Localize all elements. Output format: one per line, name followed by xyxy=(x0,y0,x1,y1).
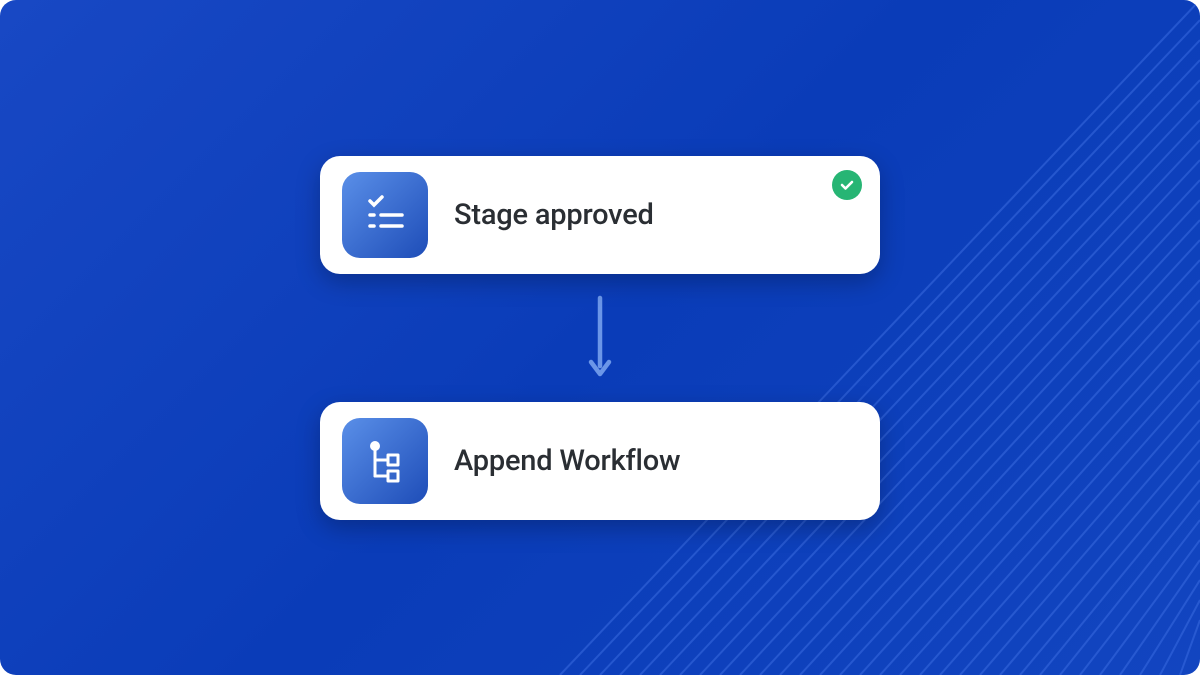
workflow-flow: Stage approved xyxy=(320,156,880,520)
check-icon xyxy=(838,176,856,194)
success-badge xyxy=(832,170,862,200)
checklist-icon xyxy=(342,172,428,258)
workflow-tree-icon xyxy=(342,418,428,504)
flow-arrow xyxy=(585,294,615,380)
diagram-canvas: Stage approved xyxy=(0,0,1200,675)
card-label: Append Workflow xyxy=(454,444,680,478)
card-label: Stage approved xyxy=(454,198,654,232)
arrow-down-icon xyxy=(585,294,615,380)
workflow-card-stage-approved[interactable]: Stage approved xyxy=(320,156,880,274)
workflow-card-append-workflow[interactable]: Append Workflow xyxy=(320,402,880,520)
